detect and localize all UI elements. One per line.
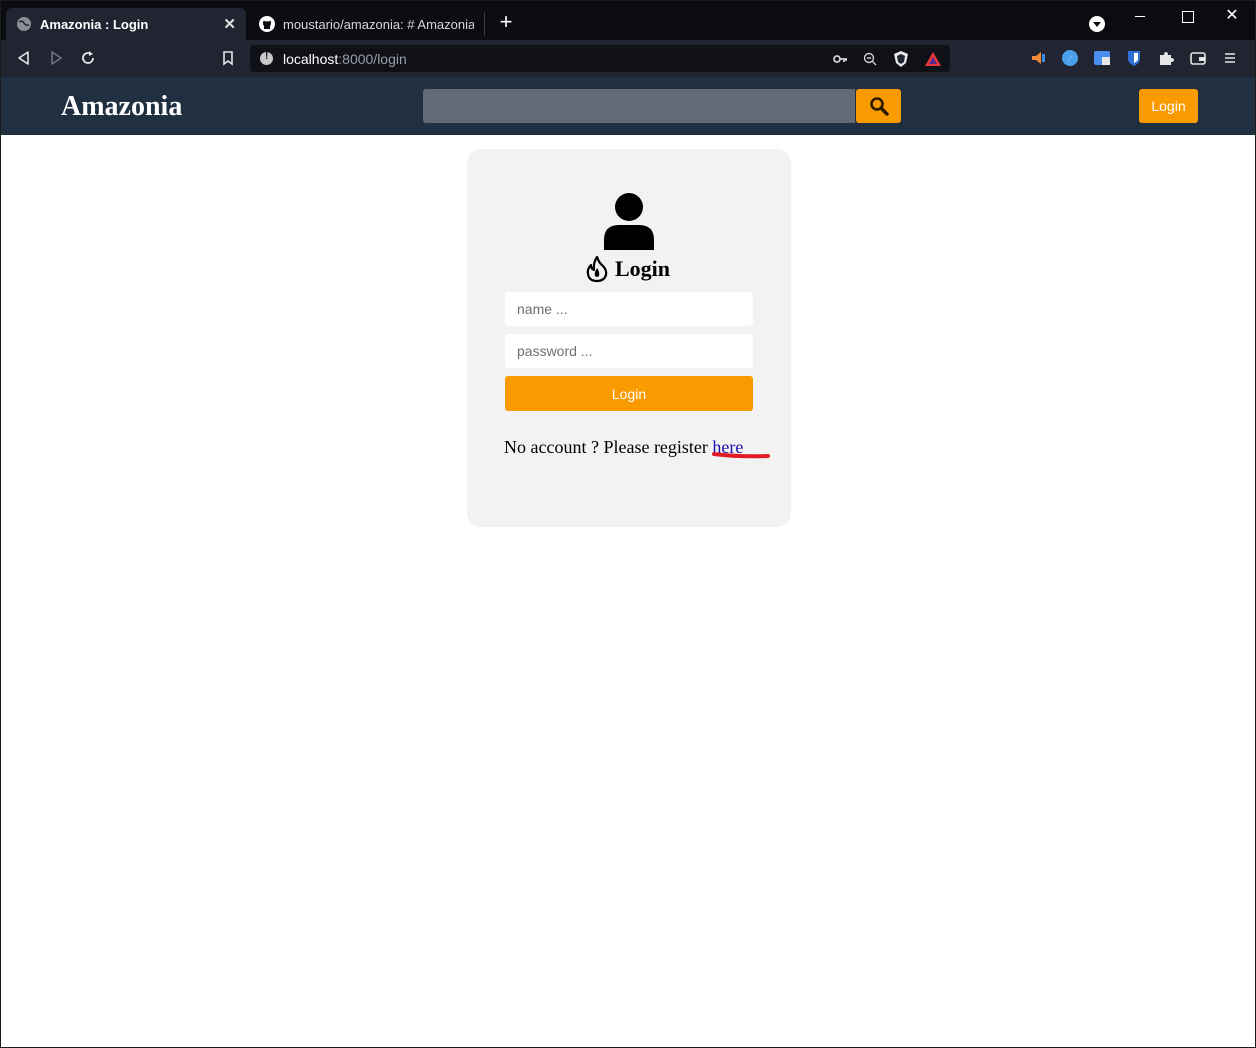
tab-amazonia-login[interactable]: Amazonia : Login ✕ bbox=[6, 8, 246, 40]
tab-github[interactable]: moustario/amazonia: # Amazonia bbox=[249, 12, 485, 36]
extensions-puzzle-icon[interactable] bbox=[1157, 49, 1175, 67]
extension-speaker-icon[interactable] bbox=[1029, 49, 1047, 67]
register-prompt: No account ? Please register here bbox=[504, 437, 743, 458]
extension-bitwarden-icon[interactable] bbox=[1125, 49, 1143, 67]
register-text: No account ? Please register bbox=[504, 437, 713, 457]
extensions-area bbox=[1029, 49, 1239, 67]
tab-label: moustario/amazonia: # Amazonia bbox=[283, 16, 474, 32]
fire-icon bbox=[586, 255, 608, 283]
reload-icon[interactable] bbox=[79, 49, 97, 67]
login-submit-button[interactable]: Login bbox=[505, 376, 753, 411]
extension-translate-icon[interactable] bbox=[1093, 49, 1111, 67]
github-icon bbox=[259, 16, 275, 32]
maximize-icon[interactable] bbox=[1172, 5, 1202, 29]
header-login-button[interactable]: Login bbox=[1139, 89, 1198, 123]
user-icon bbox=[604, 193, 654, 250]
tab-label: Amazonia : Login bbox=[40, 16, 149, 32]
password-field[interactable] bbox=[505, 334, 753, 368]
search-icon bbox=[869, 97, 889, 116]
search-input[interactable] bbox=[423, 89, 855, 123]
login-title-text: Login bbox=[615, 256, 671, 281]
site-header: Amazonia Login bbox=[1, 77, 1255, 135]
forward-icon[interactable] bbox=[47, 49, 65, 67]
key-icon[interactable] bbox=[832, 51, 848, 67]
zoom-icon[interactable] bbox=[862, 51, 878, 67]
close-icon[interactable]: ✕ bbox=[223, 15, 236, 33]
browser-tab-bar: Amazonia : Login ✕ moustario/amazonia: #… bbox=[1, 1, 1255, 40]
name-field[interactable] bbox=[505, 292, 753, 326]
brave-rewards-icon[interactable] bbox=[924, 50, 942, 68]
browser-toolbar: localhost:8000/login bbox=[1, 40, 1255, 77]
login-card: Login Login No account ? Please register… bbox=[467, 149, 791, 527]
info-icon[interactable] bbox=[260, 51, 273, 65]
brave-shield-icon[interactable] bbox=[892, 50, 910, 68]
minimize-icon[interactable] bbox=[1125, 5, 1155, 29]
url-host: localhost bbox=[283, 50, 339, 67]
back-icon[interactable] bbox=[15, 49, 33, 67]
address-bar[interactable]: localhost:8000/login bbox=[250, 45, 950, 72]
extension-compass-icon[interactable] bbox=[1061, 49, 1079, 67]
wallet-icon[interactable] bbox=[1189, 49, 1207, 67]
url-path: :8000/login bbox=[338, 50, 407, 67]
bookmark-icon[interactable] bbox=[219, 49, 237, 67]
brand-logo[interactable]: Amazonia bbox=[61, 91, 182, 123]
globe-icon bbox=[17, 17, 31, 31]
login-title: Login bbox=[585, 255, 670, 283]
menu-icon[interactable] bbox=[1221, 49, 1239, 67]
window-close-icon[interactable]: ✕ bbox=[1217, 5, 1247, 29]
search-button[interactable] bbox=[856, 89, 901, 123]
tab-search-icon[interactable] bbox=[1089, 16, 1105, 32]
annotation-underline bbox=[712, 452, 770, 459]
new-tab-button[interactable]: + bbox=[495, 11, 517, 34]
